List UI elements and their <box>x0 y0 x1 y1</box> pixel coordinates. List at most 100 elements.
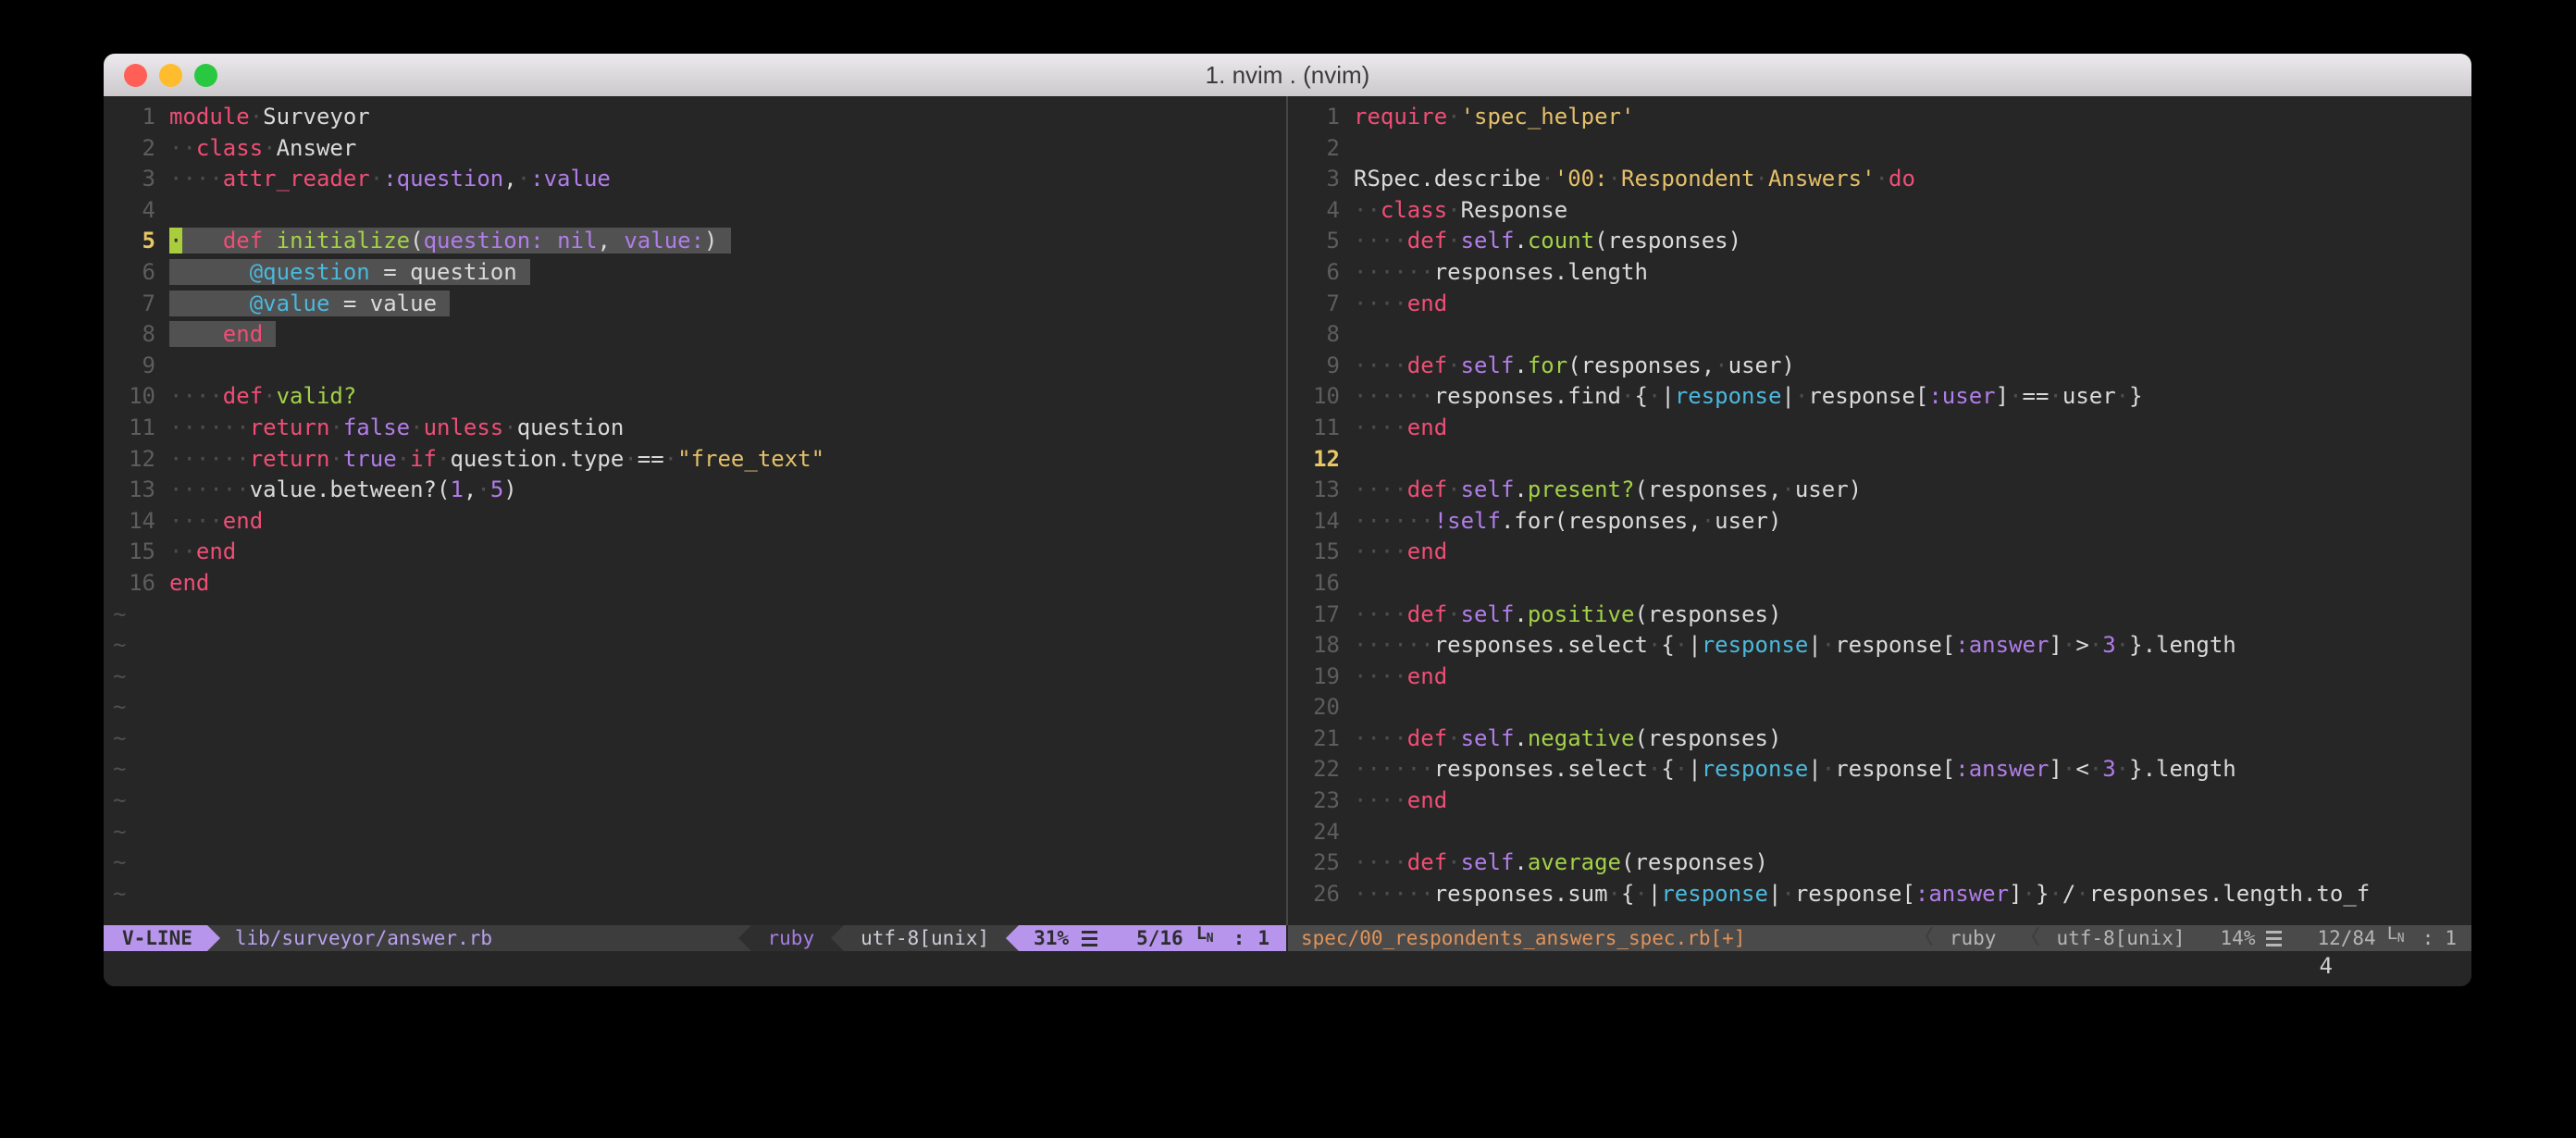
code-text: ····attr_reader·:question,·:value <box>169 166 611 192</box>
code-line[interactable]: 6 @question = question <box>104 257 1286 289</box>
line-number: 14 <box>104 506 155 538</box>
code-line[interactable]: 4 <box>104 195 1286 227</box>
code-text: @value = value <box>169 291 450 316</box>
code-text: ··class·Response <box>1354 197 1567 223</box>
line-number: 4 <box>1288 195 1340 227</box>
line-number: 3 <box>1288 164 1340 195</box>
line-number: 12 <box>104 444 155 476</box>
code-line[interactable]: 17····def·self.positive(responses) <box>1288 600 2471 631</box>
code-line[interactable]: 19····end <box>1288 662 2471 693</box>
code-line[interactable]: 3 ····attr_reader·:question,·:value <box>104 164 1286 195</box>
statusline-inactive: spec/00_respondents_answers_spec.rb[+] r… <box>1288 925 2471 951</box>
code-line[interactable]: 7····end <box>1288 289 2471 320</box>
code-line[interactable]: 25····def·self.average(responses) <box>1288 847 2471 879</box>
code-line[interactable]: 8 <box>1288 319 2471 351</box>
code-pane-spec-rb[interactable]: 1 require·'spec_helper' 23 RSpec.describe·'… <box>1288 96 2471 925</box>
line-number: 16 <box>1288 568 1340 600</box>
line-number: 18 <box>1288 630 1340 662</box>
file-path: lib/surveyor/answer.rb <box>220 925 738 951</box>
code-line[interactable]: 5····def·self.count(responses) <box>1288 226 2471 257</box>
code-line[interactable]: 24 <box>1288 817 2471 848</box>
window-title: 1. nvim . (nvim) <box>104 54 2471 96</box>
code-line[interactable]: 23 ····end <box>1288 785 2471 817</box>
command-line[interactable]: 4 <box>104 951 2471 986</box>
code-text: ······responses.length <box>1354 259 1648 285</box>
visual-selection: @value = value <box>169 291 450 316</box>
code-text: ····end <box>1354 663 1447 689</box>
position-segment: 31% 5/16 LN : 1 <box>1019 925 1286 951</box>
visual-selection: @question = question <box>169 259 530 285</box>
code-line[interactable]: 16 <box>1288 568 2471 600</box>
code-text: end <box>169 321 276 347</box>
line-number: 2 <box>1288 133 1340 165</box>
code-text: module·Surveyor <box>169 104 370 130</box>
code-text: require·'spec_helper' <box>1354 104 1634 130</box>
code-line[interactable]: 6 ······responses.length <box>1288 257 2471 289</box>
code-line[interactable]: 10······responses.find·{·|response|·resp… <box>1288 381 2471 413</box>
window-titlebar[interactable]: 1. nvim . (nvim) <box>104 54 2471 98</box>
line-number: 26 <box>1288 879 1340 910</box>
code-line[interactable]: 16end <box>104 568 1286 600</box>
code-text: ····end <box>1354 538 1447 564</box>
cursor-position: 5/16 <box>1136 927 1183 949</box>
line-number: 21 <box>1288 724 1340 755</box>
code-line[interactable]: 5· def initialize(question: nil, value:) <box>104 226 1286 257</box>
line-number: 16 <box>104 568 155 600</box>
encoding-indicator: utf-8[unix] <box>2056 927 2185 949</box>
code-line[interactable]: 20 <box>1288 692 2471 724</box>
code-text: ····end <box>1354 414 1447 440</box>
code-line[interactable]: 2··class·Answer <box>104 133 1286 165</box>
code-line[interactable]: 3 RSpec.describe·'00:·Respondent·Answers'… <box>1288 164 2471 195</box>
code-line[interactable]: 1 require·'spec_helper' <box>1288 102 2471 133</box>
code-line[interactable]: 21 ····def·self.negative(responses) <box>1288 724 2471 755</box>
line-number: 3 <box>104 164 155 195</box>
code-line[interactable]: 11 ····end <box>1288 413 2471 444</box>
code-line[interactable]: 10····def·valid? <box>104 381 1286 413</box>
code-text: · def initialize(question: nil, value:) <box>169 228 731 254</box>
line-number: 23 <box>1288 785 1340 817</box>
code-line[interactable]: 13····def·self.present?(responses,·user) <box>1288 475 2471 506</box>
code-text: ······!self.for(responses,·user) <box>1354 508 1781 534</box>
code-line[interactable]: 22······responses.select·{·|response|·re… <box>1288 754 2471 785</box>
line-number: 7 <box>104 289 155 320</box>
code-text: ····def·self.negative(responses) <box>1354 725 1781 751</box>
code-line[interactable]: 18 ······responses.select·{·|response|·re… <box>1288 630 2471 662</box>
line-number: 14 <box>1288 506 1340 538</box>
code-line[interactable]: 12 <box>1288 444 2471 476</box>
filetype-indicator: ruby <box>1950 927 1997 949</box>
cursor-position: 12/84 <box>2317 927 2375 949</box>
code-text: ····end <box>169 508 263 534</box>
code-text: ····def·self.count(responses) <box>1354 228 1741 254</box>
cursor-column: 1 <box>2445 927 2457 949</box>
code-pane-answer-rb[interactable]: 1 module·Surveyor 2··class·Answer3 ····attr… <box>104 96 1286 925</box>
line-number: 15 <box>104 537 155 568</box>
code-line[interactable]: 2 <box>1288 133 2471 165</box>
code-line[interactable]: 9 <box>104 351 1286 382</box>
code-line[interactable]: 12······return·true·if·question.type·==·… <box>104 444 1286 476</box>
code-line[interactable]: 7 @value = value <box>104 289 1286 320</box>
code-line[interactable]: 26······responses.sum·{·|response|·respo… <box>1288 879 2471 910</box>
empty-buffer-line: ~ <box>104 879 1286 910</box>
code-line[interactable]: 14 ······!self.for(responses,·user) <box>1288 506 2471 538</box>
code-line[interactable]: 11······return·false·unless·question <box>104 413 1286 444</box>
code-line[interactable]: 15····end <box>1288 537 2471 568</box>
code-line[interactable]: 4 ··class·Response <box>1288 195 2471 227</box>
line-number: 9 <box>1288 351 1340 382</box>
code-text: ····end <box>1354 787 1447 813</box>
code-text: ······responses.select·{·|response|·resp… <box>1354 632 2236 658</box>
code-line[interactable]: 1 module·Surveyor <box>104 102 1286 133</box>
code-line[interactable]: 14 ····end <box>104 506 1286 538</box>
line-number-icon: LN <box>1196 927 1220 949</box>
code-line[interactable]: 8 end <box>104 319 1286 351</box>
cursor-column: 1 <box>1257 927 1269 949</box>
code-line[interactable]: 9····def·self.for(responses,·user) <box>1288 351 2471 382</box>
code-line[interactable]: 15··end <box>104 537 1286 568</box>
line-number: 1 <box>1288 102 1340 133</box>
code-text: RSpec.describe·'00:·Respondent·Answers'·… <box>1354 166 1915 192</box>
line-number: 11 <box>1288 413 1340 444</box>
line-number: 1 <box>104 102 155 133</box>
code-line[interactable]: 13······value.between?(1,·5) <box>104 475 1286 506</box>
powerline-arrow-icon <box>738 925 751 951</box>
empty-buffer-line: ~ <box>104 692 1286 724</box>
line-number: 6 <box>1288 257 1340 289</box>
